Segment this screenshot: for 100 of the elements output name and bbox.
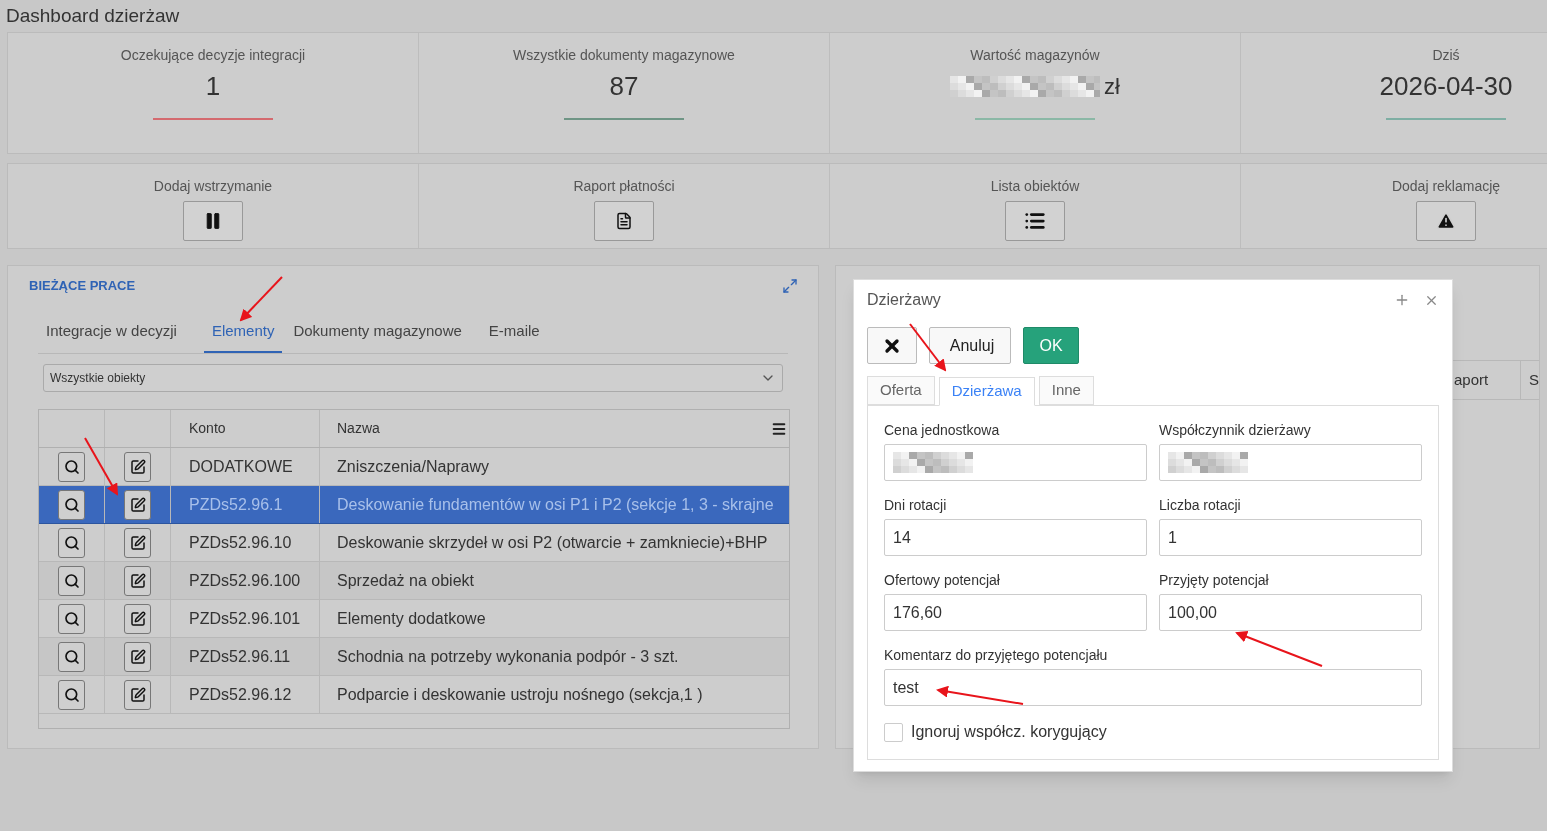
action-label: Dodaj wstrzymanie (153, 177, 273, 196)
table-cell: PZDs52.96.12 (171, 676, 320, 713)
stat-label: Oczekujące decyzje integracji (120, 46, 306, 65)
menu-icon[interactable] (771, 420, 787, 437)
search-button[interactable] (58, 641, 85, 672)
annotation-arrow (84, 437, 118, 496)
stat-value: 87 (609, 69, 639, 103)
stat-value: 1 (205, 69, 221, 103)
annotation-arrow (909, 323, 947, 372)
tab[interactable]: Oferta (867, 376, 935, 405)
edit-button[interactable] (124, 641, 151, 672)
edit-button[interactable] (124, 603, 151, 634)
table-row[interactable]: PZDs52.96.100 Sprzedaż na obiekt (39, 562, 789, 600)
tab[interactable]: Dokumenty magazynowe (293, 319, 462, 353)
tab[interactable]: E-maile (488, 319, 540, 353)
column-header: Konto (171, 410, 320, 447)
input-field[interactable]: 176,60 (884, 594, 1147, 631)
stat-value: 2026-04-30 (1379, 69, 1513, 103)
input-field[interactable]: test (884, 669, 1422, 706)
action-label: Raport płatności (573, 177, 675, 196)
edit-button[interactable] (124, 527, 151, 558)
edit-button[interactable] (124, 451, 151, 482)
checkbox[interactable] (884, 722, 903, 742)
table-cell: DODATKOWE (171, 448, 320, 485)
cancel-button[interactable]: Anuluj (929, 327, 1011, 364)
table-cell-text: Podparcie i deskowanie ustroju nośnego (sekcja,1 ) (336, 684, 704, 705)
tab[interactable]: Inne (1038, 376, 1094, 405)
table-cell-text: Deskowanie skrzydeł w osi P2 (otwarcie + zamkniecie)+BHP (336, 532, 769, 553)
table-cell: PZDs52.96.101 (171, 600, 320, 637)
action-button[interactable] (1005, 201, 1065, 241)
edit-button[interactable] (124, 565, 151, 596)
search-button[interactable] (58, 603, 85, 634)
search-button[interactable] (58, 679, 85, 710)
warning-icon (1436, 211, 1456, 231)
stat-label: Wartość magazynów (970, 46, 1100, 65)
search-button[interactable] (58, 565, 85, 596)
checkbox-label: Ignoruj współcz. korygujący (911, 722, 1107, 742)
page-title: Dashboard dzierżaw (6, 4, 181, 28)
edit-button[interactable] (124, 679, 151, 710)
column-header: S (1528, 369, 1539, 390)
table-cell: PZDs52.96.10 (171, 524, 320, 561)
table-cell: PZDs52.96.1 (171, 486, 320, 523)
table-cell: PZDs52.96.11 (171, 638, 320, 675)
field-label: Ofertowy potencjał (884, 571, 1000, 590)
field-label: Komentarz do przyjętego potencjału (884, 646, 1108, 665)
annotation-arrow (239, 276, 283, 322)
column-header: Nazwa (336, 419, 381, 438)
table-cell-text: Deskowanie fundamentów w osi P1 i P2 (sekcje 1, 3 - skrajne (336, 494, 775, 515)
stat-value: zł (1104, 72, 1120, 101)
input-field[interactable]: 100,00 (1159, 594, 1422, 631)
field-label: Dni rotacji (884, 496, 947, 515)
edit-button[interactable] (124, 489, 151, 520)
search-icon (63, 496, 80, 513)
field-label: Współczynnik dzierżawy (1159, 421, 1311, 440)
table-row[interactable]: PZDs52.96.10 Deskowanie skrzydeł w osi P2 (otwarcie + zamkniecie)+BHP (39, 524, 789, 562)
table-row[interactable]: DODATKOWE Zniszczenia/Naprawy (39, 448, 789, 486)
edit-icon (129, 534, 146, 551)
input-field[interactable]: 14 (884, 519, 1147, 556)
search-icon (63, 458, 80, 475)
action-button[interactable] (594, 201, 654, 241)
tab[interactable]: Dzierżawa (938, 377, 1035, 406)
search-icon (63, 610, 80, 627)
edit-icon (129, 648, 146, 665)
document-icon (615, 212, 633, 230)
stat-label: Wszystkie dokumenty magazynowe (513, 46, 735, 65)
table-cell-text: Elementy dodatkowe (336, 608, 487, 629)
search-icon (63, 534, 80, 551)
search-icon (63, 686, 80, 703)
edit-icon (129, 686, 146, 703)
table-row[interactable]: PZDs52.96.101 Elementy dodatkowe (39, 600, 789, 638)
input-field[interactable] (884, 444, 1147, 481)
table-cell-text: Schodnia na potrzeby wykonania podpór - 3 szt. (336, 646, 680, 667)
action-label: Lista obiektów (990, 177, 1080, 196)
edit-icon (129, 496, 146, 513)
edit-icon (129, 572, 146, 589)
input-field[interactable] (1159, 444, 1422, 481)
list-icon (1024, 210, 1046, 232)
field-label: Przyjęty potencjał (1159, 571, 1269, 590)
field-label: Liczba rotacji (1159, 496, 1241, 515)
table-row[interactable]: PZDs52.96.12 Podparcie i deskowanie ustroju nośnego (sekcja,1 ) (39, 676, 789, 714)
edit-icon (129, 458, 146, 475)
edit-icon (129, 610, 146, 627)
search-button[interactable] (58, 489, 85, 520)
table-cell-text: Zniszczenia/Naprawy (336, 456, 491, 477)
search-button[interactable] (58, 451, 85, 482)
filter-dropdown[interactable]: Wszystkie obiekty (43, 364, 783, 392)
search-icon (63, 572, 80, 589)
action-button[interactable] (1416, 201, 1476, 241)
field-label: Cena jednostkowa (884, 421, 1000, 440)
table-row[interactable]: PZDs52.96.11 Schodnia na potrzeby wykonania podpór - 3 szt. (39, 638, 789, 676)
tab[interactable]: Elementy (203, 319, 283, 353)
action-button[interactable] (183, 201, 243, 241)
tab[interactable]: Integracje w decyzji (46, 319, 177, 353)
dialog-title: Dzierżawy (867, 290, 941, 310)
input-field[interactable]: 1 (1159, 519, 1422, 556)
stat-label: Dziś (1432, 46, 1460, 65)
table-cell-text: Sprzedaż na obiekt (336, 570, 475, 591)
expand-icon[interactable] (782, 277, 798, 294)
search-button[interactable] (58, 527, 85, 558)
close-button[interactable] (867, 327, 917, 364)
